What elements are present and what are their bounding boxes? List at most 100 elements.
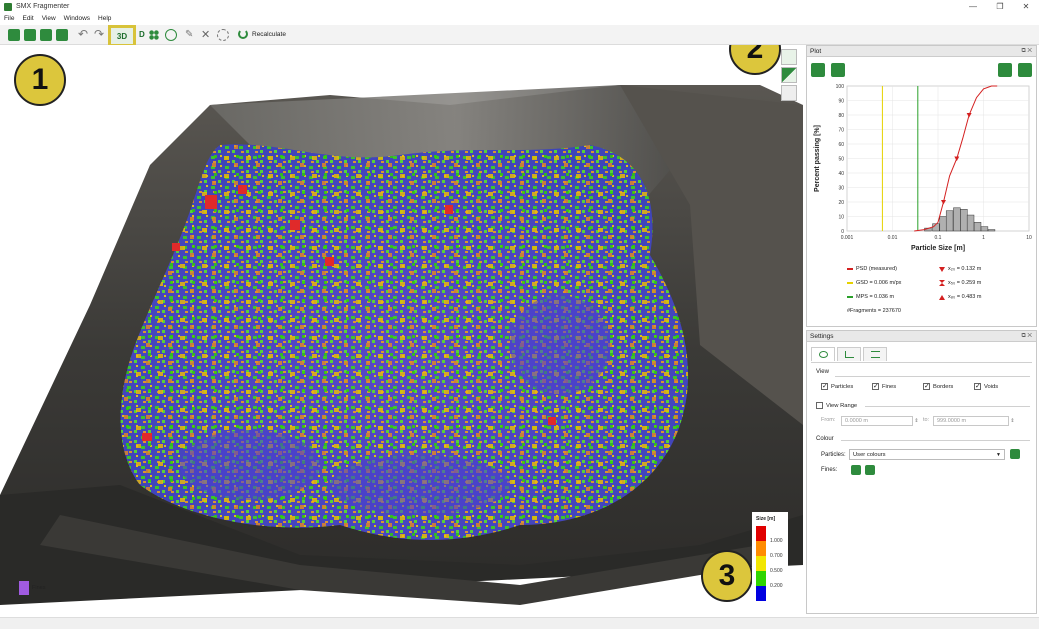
particles-checkbox[interactable]: Particles: [821, 382, 854, 390]
plot-panel-header: Plot ⧉ ✕: [807, 46, 1036, 57]
histogram-bar: [945, 210, 954, 232]
from-spin[interactable]: ⇕: [913, 416, 920, 426]
delete-icon[interactable]: ✕: [201, 28, 213, 41]
legend-psd: PSD (measured): [847, 266, 897, 272]
mode-2d-button[interactable]: D: [139, 30, 145, 39]
camera-view-icon[interactable]: [781, 49, 797, 65]
histogram-bar: [966, 214, 975, 232]
plot-settings-icon[interactable]: [998, 63, 1012, 77]
save-icon[interactable]: [40, 29, 52, 41]
zoom-in-icon[interactable]: [811, 63, 825, 77]
menu-help[interactable]: Help: [98, 15, 111, 22]
window-title: SMX Fragmenter: [16, 3, 70, 10]
3d-viewport[interactable]: 1 2 3 Size [m] 1.000 0.700 0.500 0.200 F…: [0, 45, 803, 617]
size-legend: Size [m] 1.000 0.700 0.500 0.200: [752, 512, 788, 610]
checkbox-box: [974, 382, 981, 390]
legend-gsd-label: GSD = 0.006 m/px: [856, 280, 902, 286]
fines-checkbox[interactable]: Fines: [872, 382, 896, 390]
histogram-bar: [953, 207, 961, 232]
from-label: From:: [821, 417, 836, 423]
view-range-checkbox[interactable]: View Range: [816, 402, 857, 409]
menu-windows[interactable]: Windows: [64, 15, 90, 22]
x-tick-label: 0.1: [935, 235, 942, 241]
particles-checkbox-label: Particles: [831, 383, 854, 390]
mode-3d-button[interactable]: 3D: [108, 25, 136, 47]
legend-fragments: #Fragments = 237670: [847, 308, 901, 314]
y-tick-label: 90: [838, 99, 844, 105]
maximize-button[interactable]: ❐: [987, 0, 1013, 13]
recalculate-button[interactable]: Recalculate: [238, 29, 286, 39]
top-view-icon[interactable]: [781, 67, 797, 83]
y-tick-label: 70: [838, 128, 844, 134]
minimize-button[interactable]: —: [960, 0, 986, 13]
panel-float-close-icon[interactable]: ⧉ ✕: [1021, 48, 1032, 55]
save-as-icon[interactable]: [56, 29, 68, 41]
bar-chart-icon: [844, 351, 854, 358]
borders-checkbox-label: Borders: [933, 383, 954, 390]
legend-color-blue: [756, 586, 766, 601]
open-folder-icon[interactable]: [8, 29, 20, 41]
tab-divider: [811, 362, 1032, 363]
histogram-bar: [980, 226, 989, 232]
legend-x80: x₈₀ = 0.483 m: [939, 294, 981, 300]
legend-x20: x₂₀ = 0.132 m: [939, 266, 981, 272]
view-range-divider: [865, 406, 1030, 407]
segments-icon[interactable]: [165, 29, 177, 41]
lasso-icon[interactable]: [217, 29, 229, 41]
open-project-icon[interactable]: [24, 29, 36, 41]
y-tick-label: 60: [838, 142, 844, 148]
eye-icon: [818, 351, 828, 358]
point-cloud-scene: [0, 85, 803, 617]
tab-chart[interactable]: [837, 347, 861, 361]
voids-checkbox[interactable]: Voids: [974, 382, 998, 390]
y-tick-label: 20: [838, 200, 844, 206]
sliders-icon: [870, 351, 880, 358]
legend-x80-label: x₈₀ = 0.483 m: [948, 294, 982, 300]
panel-float-close-icon[interactable]: ⧉ ✕: [1021, 333, 1032, 340]
to-input[interactable]: 999.0000 m: [933, 416, 1009, 426]
close-button[interactable]: ✕: [1013, 0, 1039, 13]
legend-psd-label: PSD (measured): [856, 266, 897, 272]
particles-colour-select[interactable]: User colours ▼: [849, 449, 1005, 460]
legend-fragments-label: #Fragments = 237670: [847, 308, 901, 314]
menu-file[interactable]: File: [4, 15, 14, 22]
histogram-bar: [939, 216, 947, 232]
settings-panel-title: Settings: [810, 332, 834, 340]
x-axis-label: Particle Size [m]: [911, 245, 965, 252]
borders-checkbox[interactable]: Borders: [923, 382, 954, 390]
particles-icon[interactable]: [148, 29, 160, 41]
particles-colour-value: User colours: [853, 451, 886, 458]
to-spin[interactable]: ⇕: [1009, 416, 1016, 426]
psd-chart[interactable]: 01020304050607080901000.001 0.01 0.1 1 10Par…: [809, 80, 1035, 260]
x-tick-label: 0.001: [841, 235, 854, 241]
legend-x20-label: x₂₀ = 0.132 m: [948, 266, 982, 272]
histogram-bar: [987, 229, 996, 232]
legend-gsd: GSD = 0.006 m/px: [847, 280, 901, 286]
fines-reset-icon[interactable]: [865, 465, 875, 475]
particles-colour-label: Particles:: [821, 452, 846, 458]
fines-palette-icon[interactable]: [851, 465, 861, 475]
tab-parameters[interactable]: [863, 347, 887, 361]
from-input[interactable]: 0.0000 m: [841, 416, 913, 426]
edit-brush-icon[interactable]: ✎: [185, 29, 197, 41]
side-view-icon[interactable]: [781, 85, 797, 101]
y-tick-label: 50: [838, 157, 844, 163]
tab-view[interactable]: [811, 347, 835, 361]
palette-icon[interactable]: [1010, 449, 1020, 459]
menu-edit[interactable]: Edit: [22, 15, 33, 22]
redo-icon[interactable]: ↷: [94, 27, 106, 41]
export-icon[interactable]: [1018, 63, 1032, 77]
histogram-bar: [960, 209, 968, 232]
fines-colour-label: Fines:: [821, 467, 838, 473]
colour-divider: [841, 440, 1030, 441]
toolbar: ↶ ↷ 3D D ✎ ✕ Recalculate: [0, 25, 1039, 47]
x-tick-label: 1: [982, 235, 985, 241]
undo-icon[interactable]: ↶: [78, 27, 90, 41]
y-tick-label: 40: [838, 171, 844, 177]
y-tick-label: 100: [836, 84, 845, 90]
y-tick-label: 30: [838, 186, 844, 192]
chevron-down-icon: ▼: [996, 451, 1001, 458]
y-tick-label: 10: [838, 215, 844, 221]
menu-view[interactable]: View: [42, 15, 56, 22]
fit-view-icon[interactable]: [831, 63, 845, 77]
